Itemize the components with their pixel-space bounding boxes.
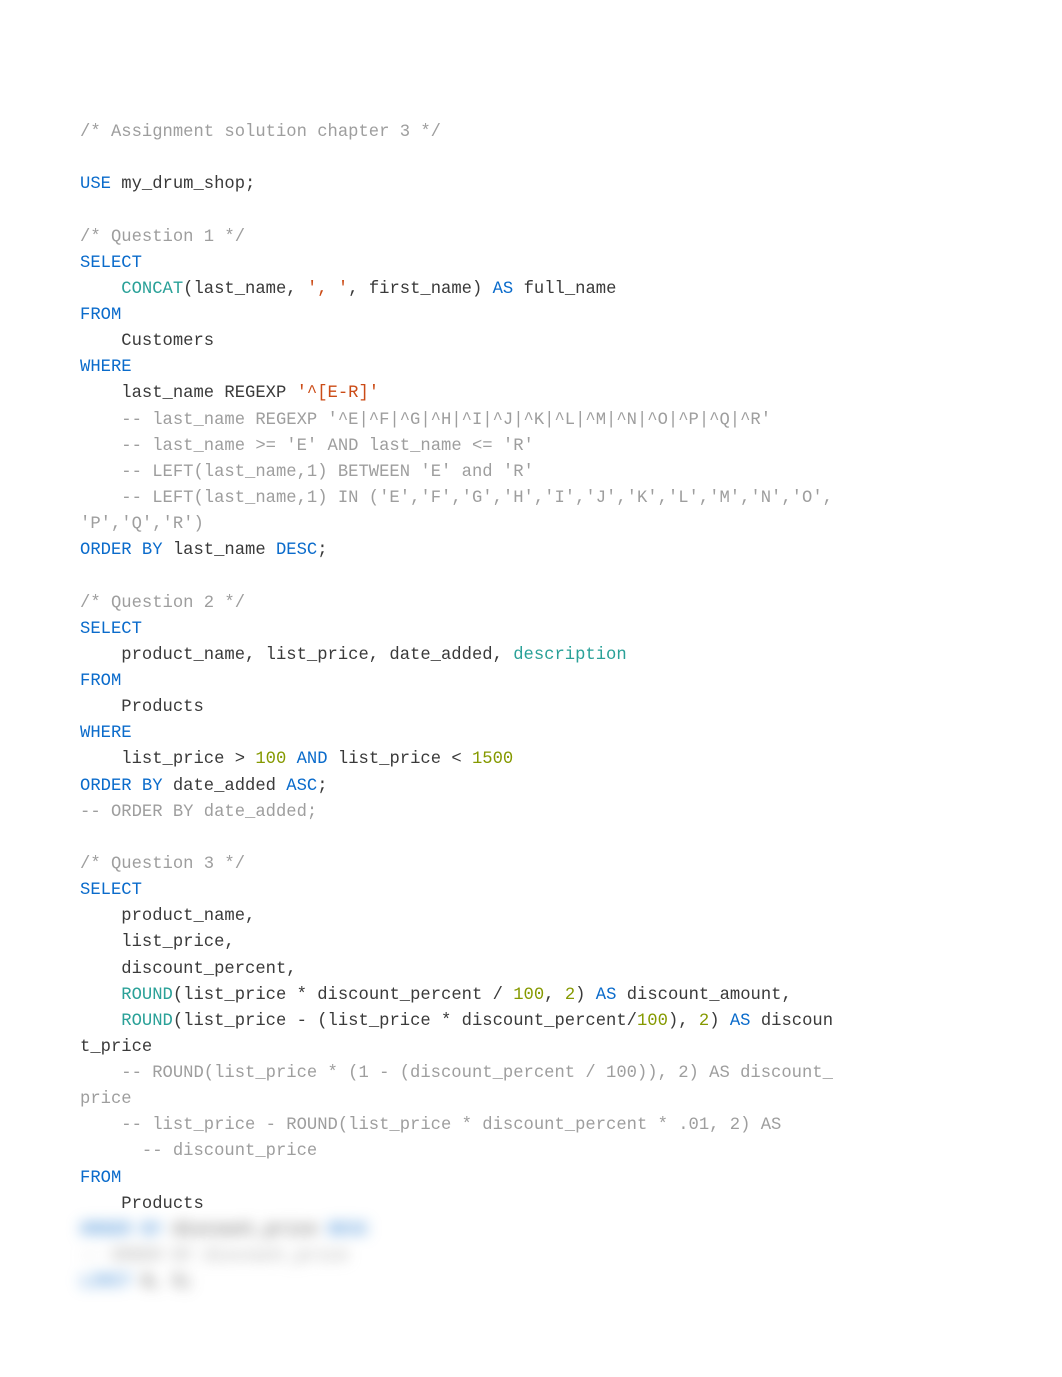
text: , first_name): [348, 280, 492, 299]
text: [80, 280, 121, 299]
text: ,: [544, 986, 565, 1005]
kw-as: AS: [596, 986, 617, 1005]
text: last_name: [173, 541, 276, 560]
comment: -- last_name >= 'E' AND last_name <= 'R': [121, 437, 534, 456]
kw-as: AS: [730, 1012, 751, 1031]
kw-select: SELECT: [80, 881, 142, 900]
kw-from: FROM: [80, 1169, 121, 1188]
kw-desc: DESC: [328, 1221, 369, 1240]
text: my_drum_shop;: [111, 175, 255, 194]
text: Customers: [80, 332, 214, 351]
text: discount_amount,: [616, 986, 791, 1005]
text: product_name,: [80, 907, 255, 926]
text: ),: [668, 1012, 699, 1031]
text: list_price <: [338, 750, 472, 769]
text: (last_name,: [183, 280, 307, 299]
kw-limit: LIMIT: [80, 1273, 132, 1292]
code-document: /* Assignment solution chapter 3 */ USE …: [0, 0, 1062, 1377]
text: 0, 5;: [132, 1273, 194, 1292]
comment: -- list_price - ROUND(list_price * disco…: [80, 1116, 792, 1135]
kw-select: SELECT: [80, 254, 142, 273]
kw-where: WHERE: [80, 724, 132, 743]
text: full_name: [513, 280, 616, 299]
comment: -- ORDER BY date_added;: [80, 803, 317, 822]
comment: -- ROUND(list_price * (1 - (discount_per…: [80, 1064, 833, 1083]
text: [80, 489, 121, 508]
text: list_price,: [80, 933, 235, 952]
text: [80, 437, 121, 456]
kw-select: SELECT: [80, 620, 142, 639]
text: [80, 463, 121, 482]
blurred-region: ORDER BY discount_price DESC -- ORDER BY…: [80, 1221, 369, 1292]
num: 100: [255, 750, 286, 769]
comment-header: /* Assignment solution chapter 3 */: [80, 123, 441, 142]
text: list_price >: [80, 750, 255, 769]
kw-orderby: ORDER BY: [80, 777, 173, 796]
text: ): [575, 986, 596, 1005]
text: (list_price * discount_percent /: [173, 986, 513, 1005]
kw-as: AS: [493, 280, 514, 299]
kw-orderby: ORDER BY: [80, 541, 173, 560]
string-regex: '^[E-R]': [297, 384, 380, 403]
fn-description: description: [513, 646, 626, 665]
string: ', ': [307, 280, 348, 299]
num: 2: [699, 1012, 709, 1031]
text: ;: [317, 777, 327, 796]
comment: -- ORDER BY discount_price: [80, 1247, 348, 1266]
text: date_added: [173, 777, 286, 796]
num: 100: [513, 986, 544, 1005]
comment: -- LEFT(last_name,1) BETWEEN 'E' and 'R': [121, 463, 534, 482]
comment-q1: /* Question 1 */: [80, 228, 245, 247]
fn-round: ROUND: [121, 986, 173, 1005]
kw-where: WHERE: [80, 358, 132, 377]
comment: -- last_name REGEXP '^E|^F|^G|^H|^I|^J|^…: [80, 411, 771, 430]
kw-from: FROM: [80, 672, 121, 691]
comment: -- LEFT(last_name,1) IN ('E','F','G','H'…: [121, 489, 833, 508]
text: t_price: [80, 1038, 152, 1057]
fn-concat: CONCAT: [121, 280, 183, 299]
text: product_name, list_price, date_added,: [80, 646, 513, 665]
text: discount_pri: [163, 1221, 297, 1240]
num: 100: [637, 1012, 668, 1031]
text: discoun: [751, 1012, 834, 1031]
kw-asc: ASC: [286, 777, 317, 796]
num: 2: [565, 986, 575, 1005]
comment: -- discount_price: [80, 1142, 317, 1161]
text: ce: [297, 1221, 328, 1240]
text: last_name REGEXP: [80, 384, 297, 403]
comment: 'P','Q','R'): [80, 515, 204, 534]
kw-and: AND: [286, 750, 338, 769]
kw-use: USE: [80, 175, 111, 194]
text: [80, 1012, 121, 1031]
kw-desc: DESC: [276, 541, 317, 560]
text: (list_price - (list_price * discount_per…: [173, 1012, 637, 1031]
text: Products: [80, 1195, 204, 1214]
comment-q2: /* Question 2 */: [80, 594, 245, 613]
text: [80, 986, 121, 1005]
text: discount_percent,: [80, 960, 297, 979]
kw-from: FROM: [80, 306, 121, 325]
comment: price: [80, 1090, 132, 1109]
num: 1500: [472, 750, 513, 769]
text: Products: [80, 698, 204, 717]
kw-orderby: ORDER BY: [80, 1221, 163, 1240]
comment-q3: /* Question 3 */: [80, 855, 245, 874]
text: ;: [317, 541, 327, 560]
fn-round: ROUND: [121, 1012, 173, 1031]
text: ): [709, 1012, 730, 1031]
